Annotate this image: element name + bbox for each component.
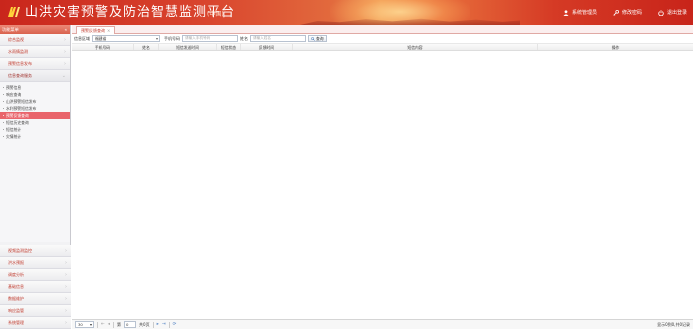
pager-divider <box>113 321 115 328</box>
region-select[interactable]: 福建省 <box>92 35 160 42</box>
change-password-link[interactable]: 修改密码 <box>613 9 642 16</box>
last-page-icon[interactable]: ⇥ <box>162 322 166 327</box>
column-header-phone[interactable]: 手机号码 <box>72 44 134 50</box>
submenu-info-query: 预警信息 响应查询 山洪预警短信发布 水利预警短信发布 预警反馈查询 短信历史查… <box>0 82 70 242</box>
menu-item-info-query[interactable]: 信息查询服务 <box>0 70 70 82</box>
logo-icon <box>8 7 20 17</box>
refresh-icon[interactable]: ⟳ <box>173 322 177 327</box>
logout-label: 退出登录 <box>666 10 687 16</box>
header-links: 系统管理员 修改密码 退出登录 <box>563 9 687 16</box>
pager-record-info: 显示0到0,共0记录 <box>657 321 690 327</box>
column-header-name[interactable]: 姓名 <box>134 44 159 50</box>
app-header: 山洪灾害预警及防治智慧监测平台 (中国) 系统管理员 修改密码 退出登录 <box>0 0 693 25</box>
table-header: 手机号码 姓名 短信发送时间 短信状态 反馈时间 短信内容 操作 <box>72 44 693 51</box>
key-icon <box>613 9 619 16</box>
app-title: 山洪灾害预警及防治智慧监测平台 <box>25 5 236 20</box>
page-size-select[interactable]: 30 <box>75 321 94 328</box>
column-header-feedback-time[interactable]: 反馈时间 <box>241 44 293 50</box>
tab-feedback-query[interactable]: 预警反馈查询 × <box>76 26 116 34</box>
menu-item-system-admin[interactable]: 系统管理 <box>0 317 71 329</box>
close-tab-icon[interactable]: × <box>107 27 110 34</box>
phone-label: 手机号码 <box>164 35 180 41</box>
menu-item-warning-publish[interactable]: 预警信息发布 <box>0 58 70 70</box>
submenu-item-flood-sms[interactable]: 山洪预警短信发布 <box>0 98 70 105</box>
page-prefix-label: 第 <box>117 321 122 327</box>
menu-item-video[interactable]: 视频监测监控 <box>0 245 71 257</box>
menu-item-data-maintenance[interactable]: 数据维护 <box>0 293 71 305</box>
sidebar: 功能菜单 « 综合监视 水雨情监测 预警信息发布 信息查询服务 预警信息 响应查… <box>0 25 71 329</box>
column-header-sms-content[interactable]: 短信内容 <box>293 44 538 50</box>
submenu-item-feedback-query[interactable]: 预警反馈查询 <box>0 112 70 119</box>
menu-item-basic-info[interactable]: 基础信息 <box>0 281 71 293</box>
main-content: 预警反馈查询 × 信息区域 福建省 手机号码 请输入手机号码 姓名 请输入姓名 … <box>72 25 693 329</box>
submenu-item-sms-history[interactable]: 短信历史查询 <box>0 119 70 126</box>
tab-bar: 预警反馈查询 × <box>72 25 693 34</box>
menu-item-dispatch[interactable]: 调度分析 <box>0 269 71 281</box>
page-total-label: 共0页 <box>139 321 150 327</box>
name-input[interactable]: 请输入姓名 <box>250 35 306 42</box>
change-password-label: 修改密码 <box>621 10 642 16</box>
search-button-label: 查询 <box>316 36 324 41</box>
column-header-send-time[interactable]: 短信发送时间 <box>159 44 217 50</box>
menu-item-rain-water[interactable]: 水雨情监测 <box>0 46 70 58</box>
menu-item-forecast[interactable]: 洪水预报 <box>0 257 71 269</box>
current-user-label: 系统管理员 <box>571 10 597 16</box>
pagination-bar: 30 ⇤ ◂ 第 0 共0页 ▸ ⇥ ⟳ 显示0到0,共0记录 <box>72 319 693 329</box>
logout-link[interactable]: 退出登录 <box>658 9 687 16</box>
sidebar-header: 功能菜单 « <box>0 25 70 34</box>
first-page-icon[interactable]: ⇤ <box>101 322 105 327</box>
menu-item-response-supervision[interactable]: 响应监管 <box>0 305 71 317</box>
phone-input[interactable]: 请输入手机号码 <box>182 35 238 42</box>
submenu-item-response-query[interactable]: 响应查询 <box>0 91 70 98</box>
app-subtitle: (中国) <box>207 11 224 18</box>
menu-item-overview[interactable]: 综合监视 <box>0 34 70 46</box>
column-header-sms-status[interactable]: 短信状态 <box>217 44 241 50</box>
pager-divider <box>97 321 98 328</box>
collapse-sidebar-icon[interactable]: « <box>64 25 67 34</box>
search-icon <box>311 36 315 41</box>
prev-page-icon[interactable]: ◂ <box>108 322 110 327</box>
tab-label: 预警反馈查询 <box>81 28 105 33</box>
sidebar-bottom-menu: 视频监测监控 洪水预报 调度分析 基础信息 数据维护 响应监管 系统管理 <box>0 245 71 329</box>
page-number-input[interactable]: 0 <box>124 321 137 328</box>
table-body <box>72 51 693 309</box>
search-button[interactable]: 查询 <box>308 35 327 42</box>
submenu-item-warning-info[interactable]: 预警信息 <box>0 84 70 91</box>
submenu-item-disaster-stats[interactable]: 灾情统计 <box>0 133 70 140</box>
search-toolbar: 信息区域 福建省 手机号码 请输入手机号码 姓名 请输入姓名 查询 <box>72 34 693 44</box>
name-label: 姓名 <box>240 35 248 41</box>
region-label: 信息区域 <box>74 35 90 41</box>
sidebar-title: 功能菜单 <box>2 27 19 32</box>
power-icon <box>658 9 664 16</box>
sidebar-menu: 综合监视 水雨情监测 预警信息发布 信息查询服务 预警信息 响应查询 山洪预警短… <box>0 34 70 242</box>
pager-divider <box>168 321 170 328</box>
next-page-icon[interactable]: ▸ <box>157 322 159 327</box>
user-icon <box>563 9 569 16</box>
column-header-actions[interactable]: 操作 <box>538 44 693 50</box>
pager-divider <box>152 321 154 328</box>
submenu-item-sms-stats[interactable]: 短信统计 <box>0 126 70 133</box>
submenu-item-water-sms[interactable]: 水利预警短信发布 <box>0 105 70 112</box>
current-user-link[interactable]: 系统管理员 <box>563 9 597 16</box>
